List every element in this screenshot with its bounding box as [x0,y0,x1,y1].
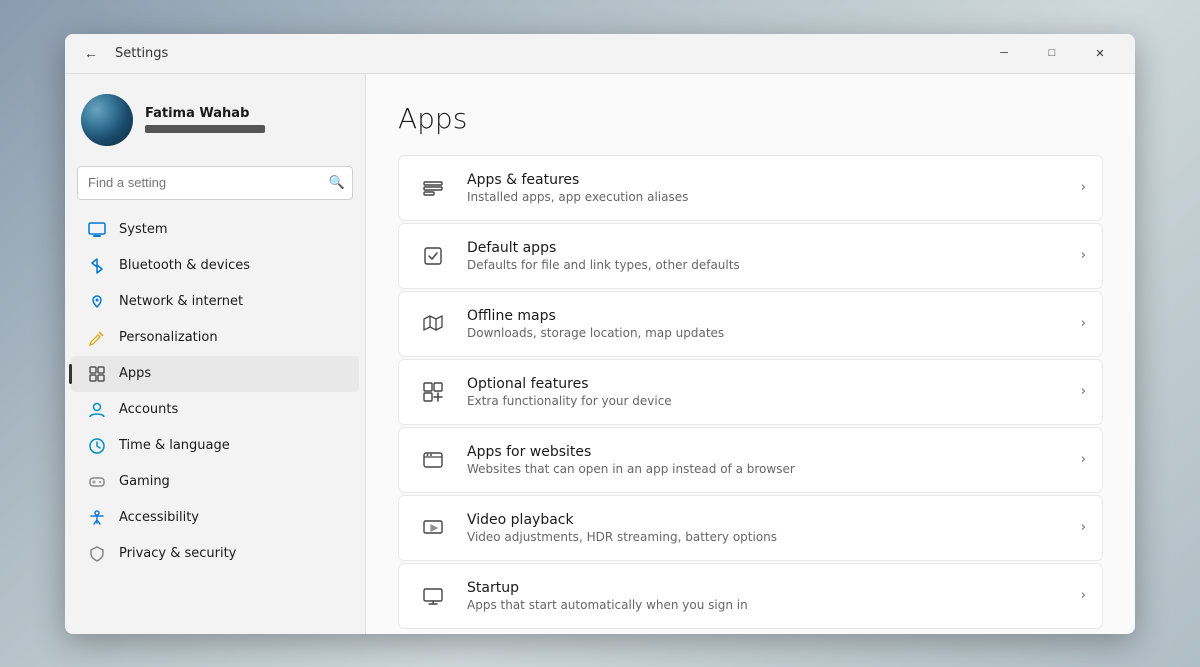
startup-text: Startup Apps that start automatically whe… [467,580,1065,612]
time-icon [87,436,107,456]
settings-item-apps-features[interactable]: Apps & features Installed apps, app execu… [398,155,1103,221]
sidebar-item-gaming[interactable]: Gaming [71,464,359,500]
apps-websites-title: Apps for websites [467,444,1065,460]
apps-features-icon [415,170,451,206]
user-email-redacted [145,125,265,133]
offline-maps-title: Offline maps [467,308,1065,324]
close-button[interactable]: ✕ [1077,37,1123,69]
optional-features-chevron-icon: › [1081,384,1086,399]
video-playback-icon [415,510,451,546]
sidebar-item-accessibility[interactable]: Accessibility [71,500,359,536]
sidebar-label-time: Time & language [119,438,230,453]
offline-maps-description: Downloads, storage location, map updates [467,326,1065,340]
apps-features-title: Apps & features [467,172,1065,188]
default-apps-description: Defaults for file and link types, other … [467,258,1065,272]
network-icon [87,292,107,312]
gaming-icon [87,472,107,492]
apps-websites-text: Apps for websites Websites that can open … [467,444,1065,476]
window-controls: ─ □ ✕ [981,37,1123,69]
apps-websites-chevron-icon: › [1081,452,1086,467]
maximize-button[interactable]: □ [1029,37,1075,69]
sidebar-item-network[interactable]: Network & internet [71,284,359,320]
window-title: Settings [115,46,168,61]
sidebar-item-personalization[interactable]: Personalization [71,320,359,356]
bluetooth-icon [87,256,107,276]
apps-features-description: Installed apps, app execution aliases [467,190,1065,204]
nav-items: System Bluetooth & devices Network & inter… [65,212,365,572]
startup-description: Apps that start automatically when you s… [467,598,1065,612]
back-button[interactable]: ← [77,39,105,67]
search-input[interactable] [77,166,353,200]
user-info: Fatima Wahab [145,106,265,133]
sidebar-item-time[interactable]: Time & language [71,428,359,464]
optional-features-description: Extra functionality for your device [467,394,1065,408]
user-profile: Fatima Wahab [65,82,365,162]
settings-item-apps-websites[interactable]: Apps for websites Websites that can open … [398,427,1103,493]
offline-maps-icon [415,306,451,342]
apps-features-text: Apps & features Installed apps, app execu… [467,172,1065,204]
sidebar-item-system[interactable]: System [71,212,359,248]
video-playback-text: Video playback Video adjustments, HDR str… [467,512,1065,544]
default-apps-title: Default apps [467,240,1065,256]
settings-item-offline-maps[interactable]: Offline maps Downloads, storage location,… [398,291,1103,357]
sidebar-label-bluetooth: Bluetooth & devices [119,258,250,273]
sidebar-label-accounts: Accounts [119,402,178,417]
sidebar-item-bluetooth[interactable]: Bluetooth & devices [71,248,359,284]
sidebar-label-system: System [119,222,167,237]
sidebar-label-apps: Apps [119,366,151,381]
page-title: Apps [398,102,1103,135]
apps-websites-description: Websites that can open in an app instead… [467,462,1065,476]
sidebar-label-privacy: Privacy & security [119,546,236,561]
default-apps-icon [415,238,451,274]
avatar [81,94,133,146]
settings-item-video-playback[interactable]: Video playback Video adjustments, HDR str… [398,495,1103,561]
startup-title: Startup [467,580,1065,596]
apps-icon [87,364,107,384]
startup-icon [415,578,451,614]
accounts-icon [87,400,107,420]
optional-features-text: Optional features Extra functionality for… [467,376,1065,408]
video-playback-description: Video adjustments, HDR streaming, batter… [467,530,1065,544]
sidebar-label-gaming: Gaming [119,474,170,489]
sidebar: Fatima Wahab 🔍 System Bluetooth & devices… [65,74,365,634]
accessibility-icon [87,508,107,528]
optional-features-title: Optional features [467,376,1065,392]
video-playback-chevron-icon: › [1081,520,1086,535]
offline-maps-text: Offline maps Downloads, storage location,… [467,308,1065,340]
sidebar-label-network: Network & internet [119,294,243,309]
personalization-icon [87,328,107,348]
sidebar-item-privacy[interactable]: Privacy & security [71,536,359,572]
user-name: Fatima Wahab [145,106,265,121]
sidebar-label-personalization: Personalization [119,330,218,345]
avatar-image [81,94,133,146]
system-icon [87,220,107,240]
default-apps-chevron-icon: › [1081,248,1086,263]
sidebar-label-accessibility: Accessibility [119,510,199,525]
settings-item-optional-features[interactable]: Optional features Extra functionality for… [398,359,1103,425]
title-bar: ← Settings ─ □ ✕ [65,34,1135,74]
video-playback-title: Video playback [467,512,1065,528]
startup-chevron-icon: › [1081,588,1086,603]
privacy-icon [87,544,107,564]
sidebar-item-apps[interactable]: Apps [71,356,359,392]
settings-window: ← Settings ─ □ ✕ Fatima Wahab [65,34,1135,634]
offline-maps-chevron-icon: › [1081,316,1086,331]
settings-item-default-apps[interactable]: Default apps Defaults for file and link t… [398,223,1103,289]
optional-features-icon [415,374,451,410]
minimize-button[interactable]: ─ [981,37,1027,69]
search-icon: 🔍 [329,175,345,190]
settings-list: Apps & features Installed apps, app execu… [398,155,1103,629]
title-bar-left: ← Settings [77,39,981,67]
window-content: Fatima Wahab 🔍 System Bluetooth & devices… [65,74,1135,634]
main-content: Apps Apps & features Installed apps, app … [365,74,1135,634]
settings-item-startup[interactable]: Startup Apps that start automatically whe… [398,563,1103,629]
apps-features-chevron-icon: › [1081,180,1086,195]
sidebar-item-accounts[interactable]: Accounts [71,392,359,428]
apps-websites-icon [415,442,451,478]
search-box: 🔍 [77,166,353,200]
default-apps-text: Default apps Defaults for file and link t… [467,240,1065,272]
